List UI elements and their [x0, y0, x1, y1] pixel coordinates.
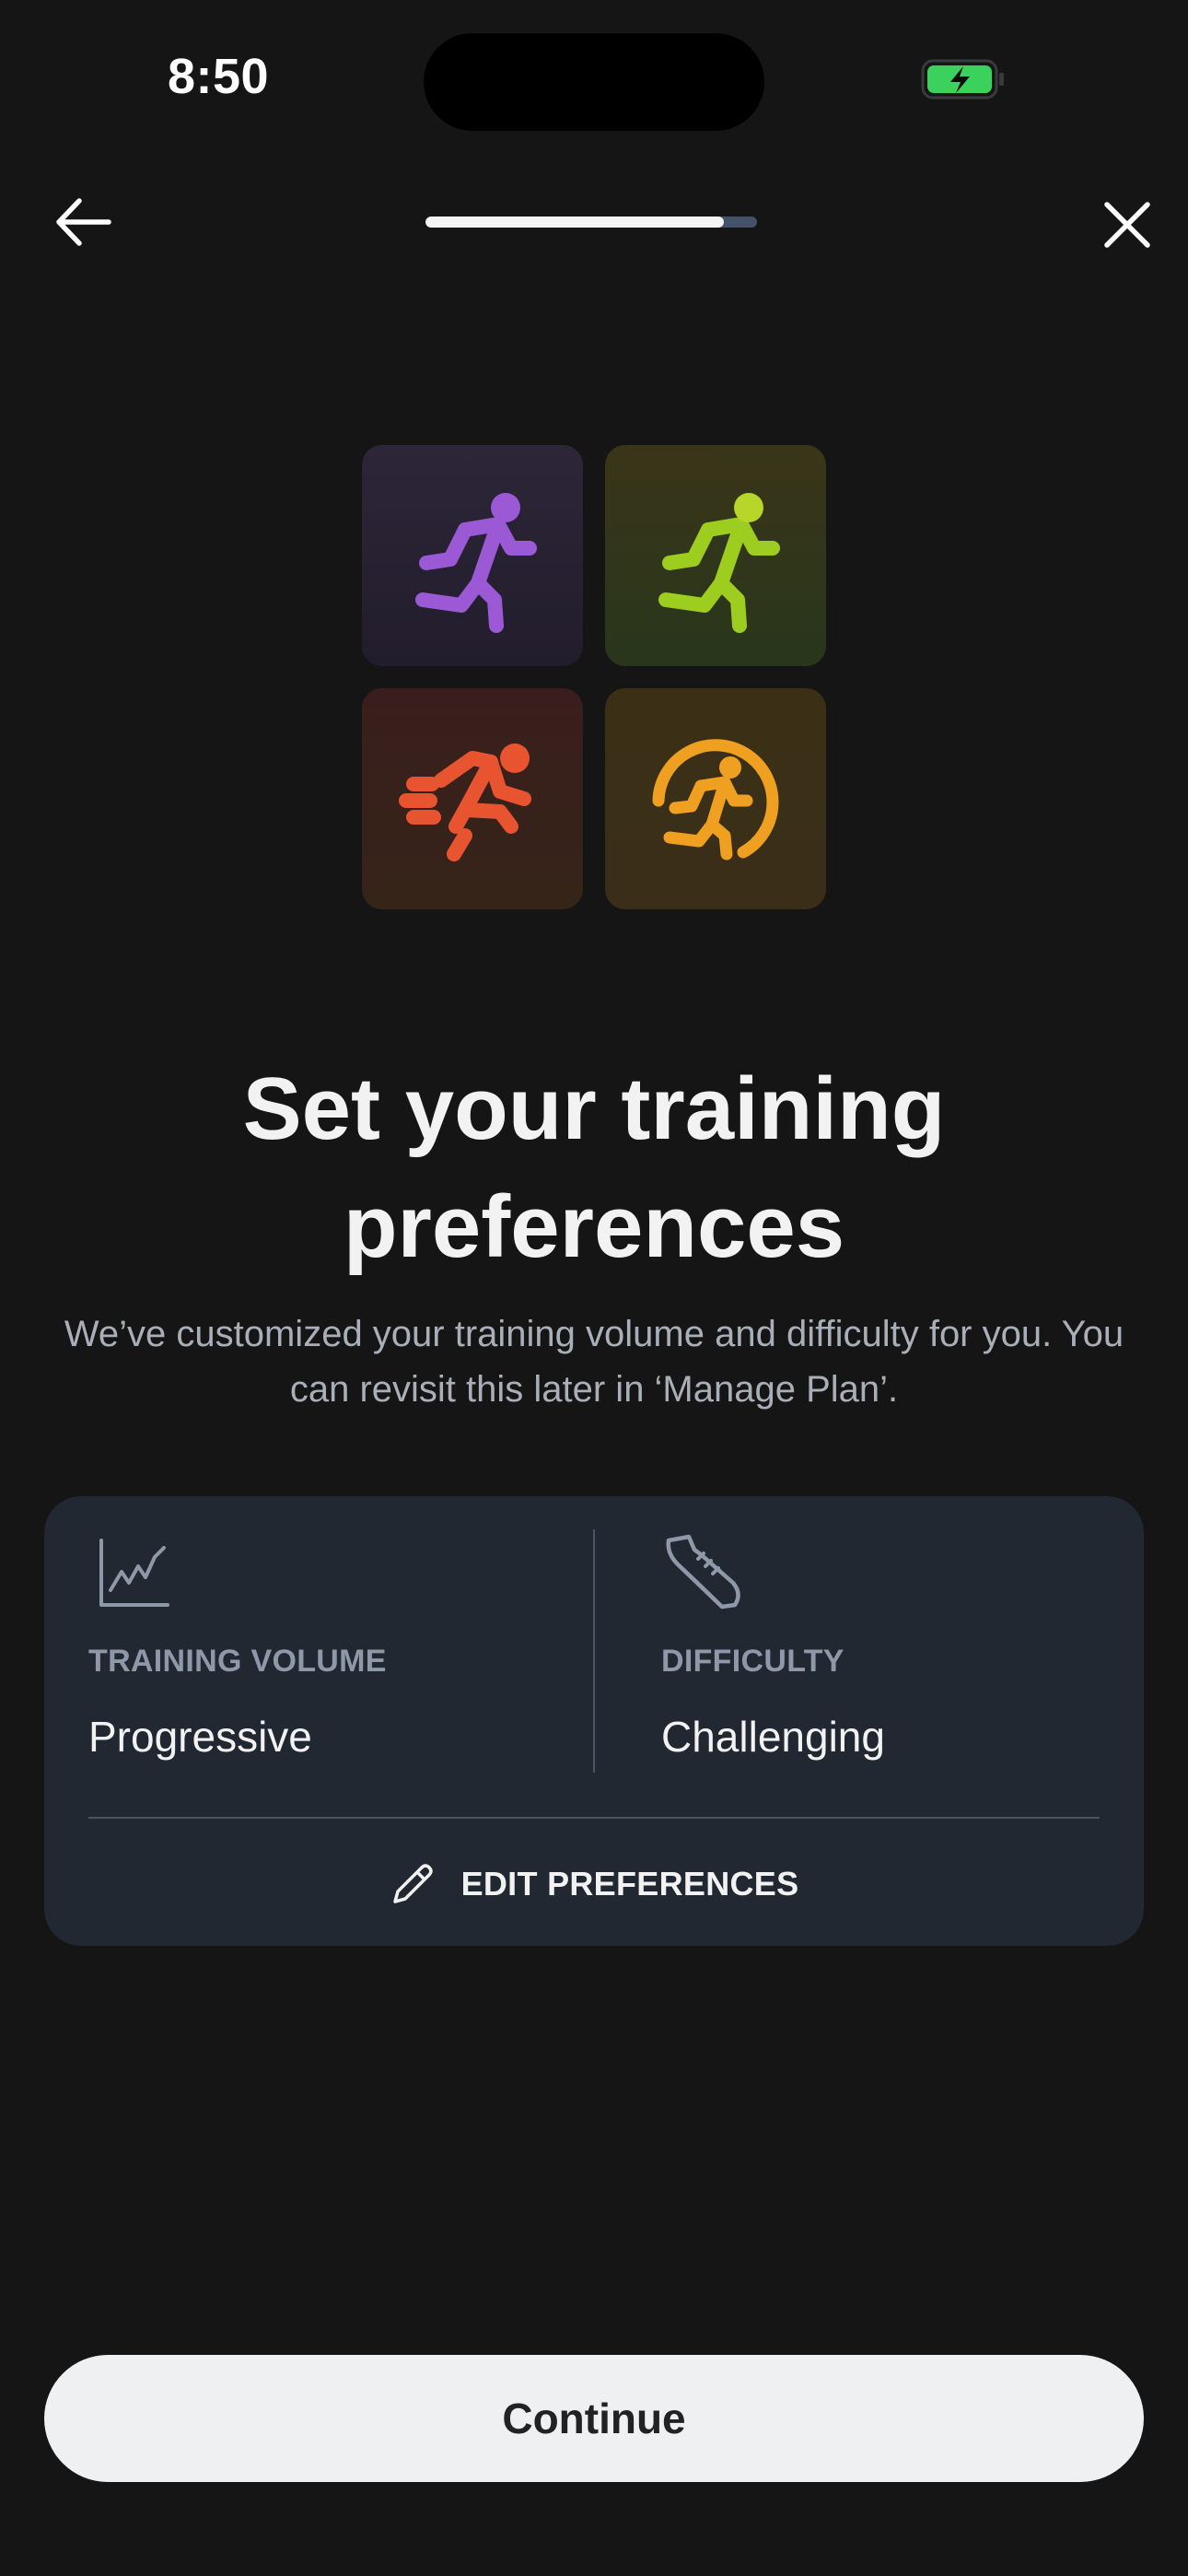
runner-tile-green — [605, 445, 826, 666]
dynamic-island — [424, 33, 764, 131]
page-subtitle-line-1: We’ve customized your training volume an… — [64, 1314, 1124, 1354]
difficulty-value: Challenging — [661, 1713, 885, 1761]
runner-icon — [658, 493, 780, 633]
status-time: 8:50 — [168, 49, 270, 104]
edit-preferences-label: EDIT PREFERENCES — [460, 1865, 799, 1903]
running-shoe-icon — [666, 1534, 740, 1610]
page-subtitle-line-2: can revisit this later in ‘Manage Plan’. — [289, 1369, 899, 1410]
battery-charging-icon — [921, 59, 1004, 100]
page-title-line-1: Set your training — [242, 1060, 946, 1158]
difficulty-label: DIFFICULTY — [661, 1644, 844, 1679]
runner-icon — [415, 493, 537, 633]
training-volume-value: Progressive — [88, 1713, 312, 1761]
runner-dial-icon — [652, 739, 779, 861]
page-title: Set your training preferences — [0, 1050, 1188, 1286]
page-subtitle: We’ve customized your training volume an… — [37, 1306, 1151, 1417]
training-volume-label: TRAINING VOLUME — [88, 1644, 387, 1679]
edit-preferences-button[interactable]: EDIT PREFERENCES — [44, 1852, 1144, 1916]
runner-tile-purple — [362, 445, 583, 666]
back-button[interactable] — [52, 193, 116, 251]
runner-dial-tile-orange — [605, 688, 826, 909]
close-icon — [1104, 202, 1150, 248]
card-vertical-divider — [593, 1529, 595, 1773]
progress-fill — [425, 217, 724, 228]
onboarding-progress-bar — [425, 217, 757, 228]
sprinter-icon — [399, 744, 531, 861]
line-chart-icon — [99, 1539, 169, 1607]
pencil-icon — [392, 1864, 433, 1903]
continue-button[interactable]: Continue — [44, 2355, 1144, 2482]
card-horizontal-divider — [88, 1817, 1100, 1819]
close-button[interactable] — [1101, 199, 1153, 251]
arrow-left-icon — [56, 198, 111, 246]
page-title-line-2: preferences — [343, 1177, 845, 1276]
sprinter-tile-red — [362, 688, 583, 909]
